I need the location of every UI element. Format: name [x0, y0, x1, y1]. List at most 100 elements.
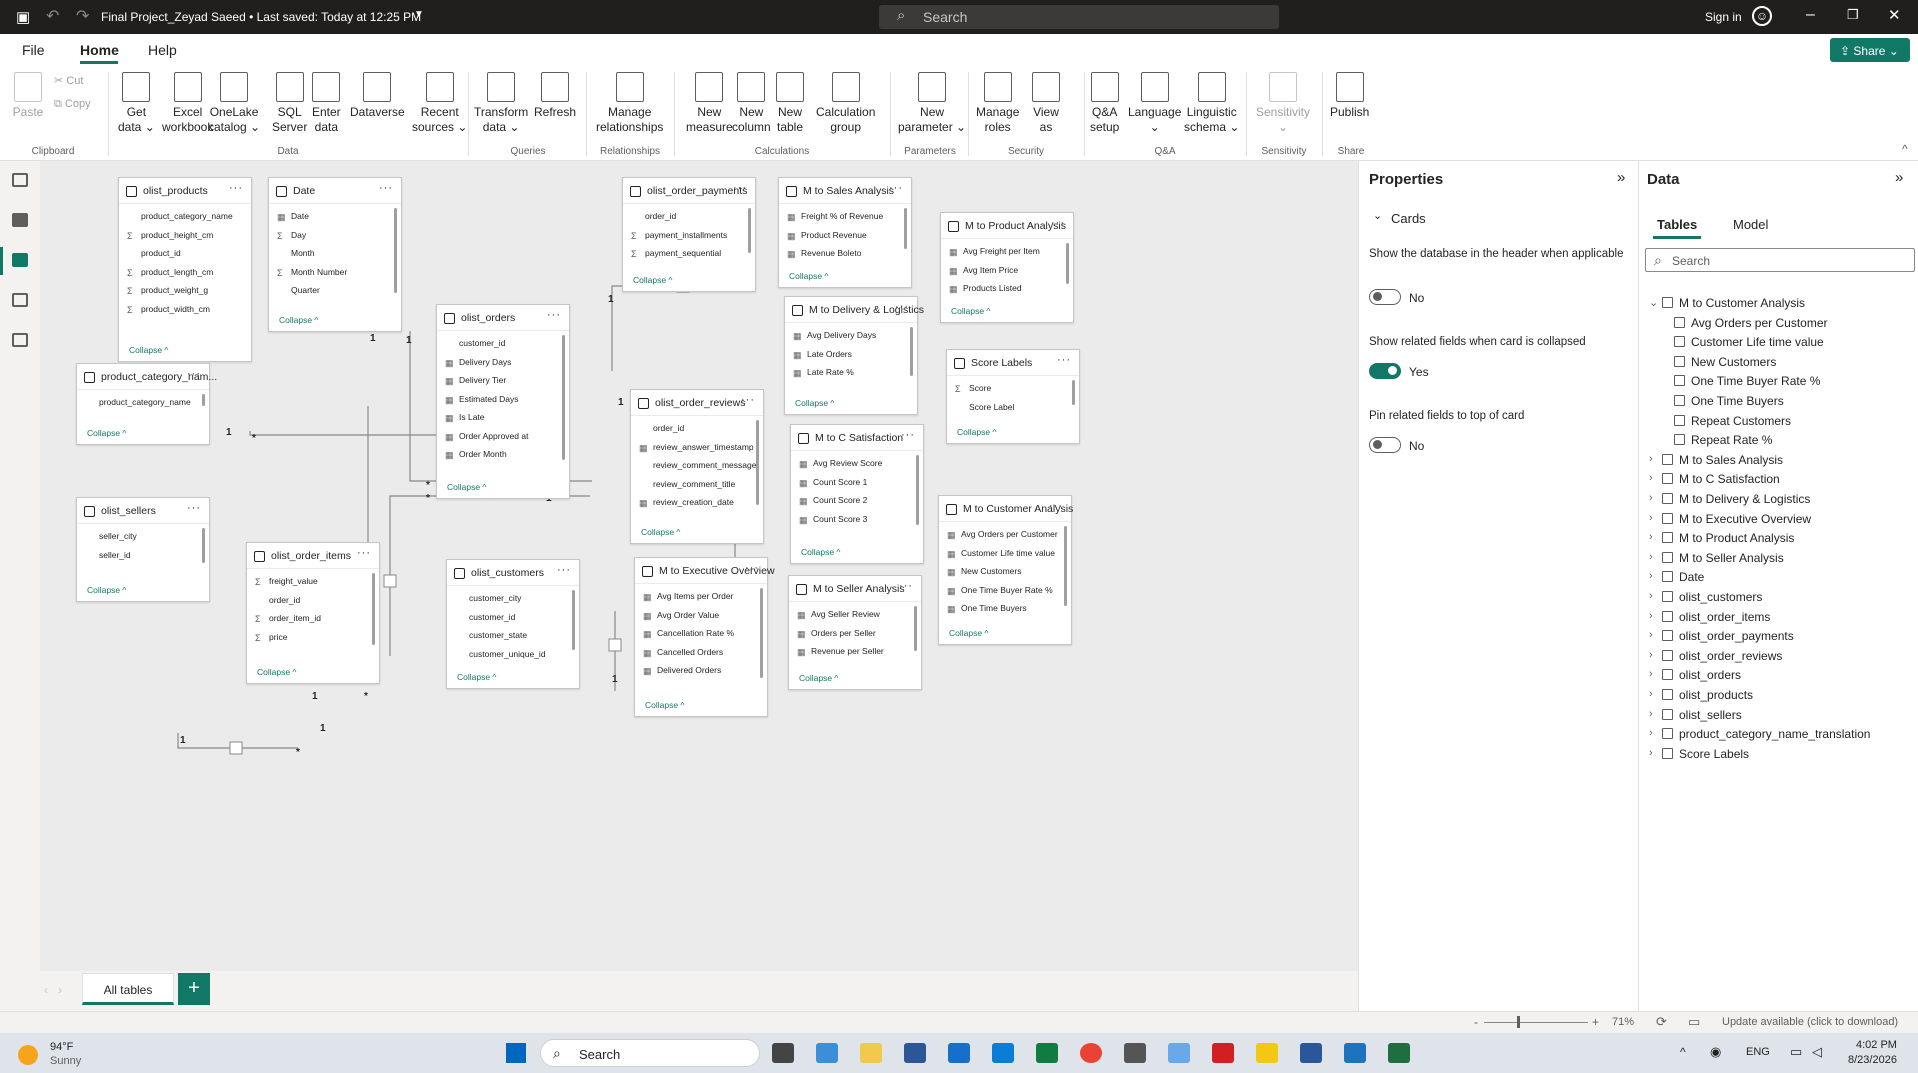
restore-icon[interactable]: ❐ — [1847, 7, 1859, 23]
tab-tables[interactable]: Tables — [1657, 217, 1697, 232]
card-header[interactable]: olist_orders ··· — [437, 305, 569, 331]
tree-item-measure[interactable]: One Time Buyers — [1674, 394, 1784, 408]
more-options-icon[interactable]: ··· — [1049, 500, 1063, 512]
collapse-link[interactable]: Collapse ^ — [257, 667, 296, 677]
card-header[interactable]: olist_sellers ··· — [77, 498, 209, 524]
field-row[interactable]: ▦ Customer Life time value — [939, 545, 1071, 564]
language-button[interactable]: Language ⌄ — [1128, 72, 1181, 135]
table-card[interactable]: Date ··· ▦ Date Σ Day Month Σ Month Number Quarte… — [268, 177, 402, 332]
account-icon[interactable]: ☺ — [1752, 6, 1772, 26]
field-row[interactable]: ▦ review_answer_timestamp — [631, 439, 763, 458]
field-row[interactable]: review_comment_title — [631, 476, 763, 495]
scroll-left-icon[interactable]: ‹ — [44, 983, 48, 997]
field-row[interactable]: customer_id — [437, 335, 569, 354]
card-scrollbar[interactable] — [1066, 243, 1069, 284]
tree-item-table[interactable]: ⌄ M to Customer Analysis — [1649, 296, 1805, 310]
card-scrollbar[interactable] — [394, 208, 397, 293]
model-canvas[interactable]: 111*1*111**111**11*1 olist_products···pr… — [40, 161, 1358, 971]
collapse-link[interactable]: Collapse ^ — [633, 275, 672, 285]
field-row[interactable]: ▦ Avg Orders per Customer — [939, 526, 1071, 545]
zoom-level[interactable]: 71% — [1612, 1016, 1634, 1028]
card-scrollbar[interactable] — [904, 208, 907, 249]
card-header[interactable]: Score Labels ··· — [947, 350, 1079, 376]
card-scrollbar[interactable] — [572, 590, 575, 650]
field-row[interactable]: Σ Score — [947, 380, 1079, 399]
more-options-icon[interactable]: ··· — [229, 182, 243, 194]
card-scrollbar[interactable] — [916, 455, 919, 525]
collapse-link[interactable]: Collapse ^ — [641, 527, 680, 537]
chevron-right-icon[interactable]: › — [1649, 610, 1653, 622]
table-card[interactable]: olist_sellers ··· seller_city seller_id Coll… — [76, 497, 210, 602]
more-options-icon[interactable]: ··· — [1057, 354, 1071, 366]
card-header[interactable]: M to Sales Analysis ··· — [779, 178, 911, 204]
collapse-link[interactable]: Collapse ^ — [801, 547, 840, 557]
tree-item-table[interactable]: › M to Seller Analysis — [1649, 551, 1784, 565]
onelake-catalog-button[interactable]: OneLake catalog ⌄ — [208, 72, 260, 135]
field-row[interactable]: Quarter — [269, 282, 401, 301]
edge-icon[interactable] — [816, 1043, 838, 1063]
field-row[interactable]: ▦ Date — [269, 208, 401, 227]
field-row[interactable]: Σfreight_value — [247, 573, 379, 592]
card-scrollbar[interactable] — [914, 606, 917, 651]
table-card[interactable]: product_category_nam... ··· product_catego… — [76, 363, 217, 445]
chevron-right-icon[interactable]: › — [1649, 708, 1653, 720]
copy-button[interactable]: ⧉ Copy — [54, 98, 91, 111]
tree-item-table[interactable]: › M to Delivery & Logistics — [1649, 492, 1810, 506]
show-database-toggle[interactable] — [1369, 289, 1401, 305]
tree-item-table[interactable]: › olist_order_payments — [1649, 629, 1794, 643]
tmdl-view-icon[interactable] — [12, 333, 28, 347]
field-row[interactable]: product_category_name — [119, 208, 251, 227]
manage-relationships-button[interactable]: Manage relationships — [596, 72, 663, 135]
more-options-icon[interactable]: ··· — [733, 182, 747, 194]
field-row[interactable]: Σproduct_width_cm — [119, 301, 251, 320]
vscode-icon[interactable] — [992, 1043, 1014, 1063]
table-card[interactable]: olist_order_payments ··· order_id Σpayment_… — [622, 177, 756, 292]
more-options-icon[interactable]: ··· — [895, 301, 909, 313]
volume-icon[interactable]: ◁ — [1812, 1044, 1822, 1060]
tree-item-measure[interactable]: New Customers — [1674, 355, 1776, 369]
card-header[interactable]: M to Product Analysis ··· — [941, 213, 1073, 239]
windows-start-icon[interactable] — [506, 1043, 526, 1063]
add-layout-button[interactable]: + — [178, 973, 210, 1005]
field-row[interactable]: ▦ Cancellation Rate % — [635, 625, 767, 644]
related-fields-toggle[interactable] — [1369, 363, 1401, 379]
app-icon[interactable] — [1036, 1043, 1058, 1063]
field-row[interactable]: ▦ Avg Item Price — [941, 262, 1073, 281]
field-row[interactable]: ▦ One Time Buyer Rate % — [939, 582, 1071, 601]
zoom-slider[interactable] — [1484, 1022, 1588, 1023]
card-scrollbar[interactable] — [760, 588, 763, 678]
qa-setup-button[interactable]: Q&A setup — [1090, 72, 1119, 135]
field-row[interactable]: review_comment_message — [631, 457, 763, 476]
taskbar-search[interactable]: ⌕ Search — [540, 1039, 760, 1067]
card-header[interactable]: M to Customer Analysis ··· — [939, 496, 1073, 522]
tree-item-table[interactable]: › M to Product Analysis — [1649, 531, 1794, 545]
field-row[interactable]: Score Label — [947, 399, 1079, 418]
tree-item-table[interactable]: › olist_sellers — [1649, 708, 1742, 722]
language-indicator[interactable]: ENG — [1746, 1046, 1770, 1058]
field-row[interactable]: Σpayment_sequential — [623, 245, 755, 264]
more-options-icon[interactable]: ··· — [547, 309, 561, 321]
clock-date[interactable]: 8/23/2026 — [1848, 1054, 1897, 1066]
more-options-icon[interactable]: ··· — [187, 368, 201, 380]
word-icon[interactable] — [1300, 1043, 1322, 1063]
card-header[interactable]: M to Executive Overview ··· — [635, 558, 775, 584]
field-row[interactable]: ▦ Count Score 3 — [791, 511, 923, 530]
tree-item-table[interactable]: › product_category_name_translation — [1649, 727, 1870, 741]
table-card[interactable]: olist_order_reviews ··· order_id ▦ review_an… — [630, 389, 764, 544]
table-card[interactable]: M to Customer Analysis ··· ▦ Avg Orders per… — [938, 495, 1073, 645]
table-card[interactable]: M to Executive Overview ··· ▦ Avg Items per… — [634, 557, 775, 717]
acrobat-icon[interactable] — [1212, 1043, 1234, 1063]
more-options-icon[interactable]: ··· — [187, 502, 201, 514]
collapse-link[interactable]: Collapse ^ — [129, 345, 168, 355]
get-data-button[interactable]: Get data ⌄ — [118, 72, 155, 135]
title-dropdown-icon[interactable]: ▼ — [414, 9, 424, 20]
weather-temp[interactable]: 94°F — [50, 1041, 73, 1053]
tree-item-table[interactable]: › Score Labels — [1649, 747, 1749, 761]
field-row[interactable]: Σ Month Number — [269, 264, 401, 283]
cross-filter-marker[interactable] — [383, 574, 397, 588]
table-card[interactable]: Score Labels ··· Σ Score Score Label Collapse… — [946, 349, 1080, 444]
chevron-right-icon[interactable]: › — [1649, 668, 1653, 680]
collapse-link[interactable]: Collapse ^ — [949, 628, 988, 638]
sensitivity-button[interactable]: Sensitivity ⌄ — [1256, 72, 1310, 135]
chevron-right-icon[interactable]: › — [1649, 688, 1653, 700]
